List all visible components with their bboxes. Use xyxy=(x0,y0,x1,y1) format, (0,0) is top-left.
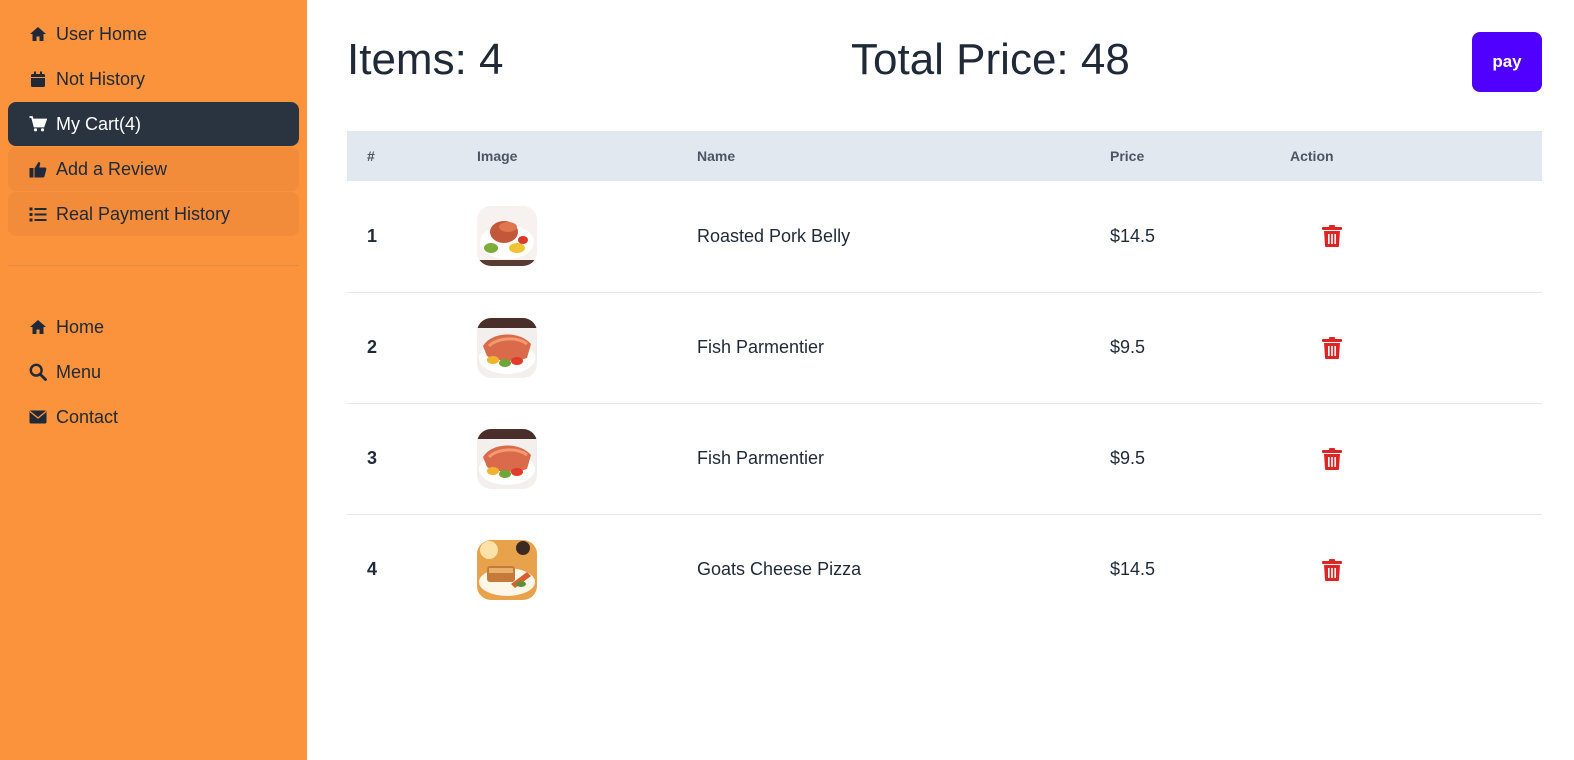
pay-button[interactable]: pay xyxy=(1472,32,1542,92)
item-price: $9.5 xyxy=(1110,448,1146,468)
table-row: 1 Roasted Pork Belly $14.5 xyxy=(347,181,1542,292)
home-icon xyxy=(28,24,48,44)
column-header-action: Action xyxy=(1290,148,1334,164)
sidebar-item-add-a-review[interactable]: Add a Review xyxy=(8,147,299,191)
item-price: $14.5 xyxy=(1110,225,1156,246)
table-row: 2 Fish Parmentier $9.5 xyxy=(347,292,1542,403)
item-price: $9.5 xyxy=(1110,337,1146,357)
sidebar-item-label: Not History xyxy=(56,68,146,89)
thumbs-up-icon xyxy=(28,159,48,179)
item-name: Roasted Pork Belly xyxy=(697,225,851,246)
trash-icon[interactable] xyxy=(1322,225,1342,248)
sidebar-item-real-payment-history[interactable]: Real Payment History xyxy=(8,192,299,236)
column-header-name: Name xyxy=(697,148,736,164)
cart-main: Items: 4 Total Price: 48 pay # Image Nam… xyxy=(347,0,1542,625)
sidebar-item-label: User Home xyxy=(56,23,148,44)
row-index: 1 xyxy=(367,225,378,246)
cart-table: # Image Name Price Action 1 Roasted Pork… xyxy=(347,131,1542,625)
sidebar-item-contact[interactable]: Contact xyxy=(8,395,299,439)
items-count: Items: 4 xyxy=(347,35,504,84)
roasted-pork-belly-thumbnail xyxy=(477,206,537,267)
sidebar-item-home[interactable]: Home xyxy=(8,305,299,349)
sidebar-item-label: My Cart(4) xyxy=(56,113,141,134)
sidebar-divider xyxy=(8,265,299,266)
column-header-price: Price xyxy=(1110,148,1145,164)
sidebar-item-menu[interactable]: Menu xyxy=(8,350,299,394)
list-icon xyxy=(28,204,48,224)
item-name: Goats Cheese Pizza xyxy=(697,559,862,580)
fish-parmentier-thumbnail xyxy=(477,317,537,378)
sidebar-item-label: Add a Review xyxy=(56,158,168,179)
trash-icon[interactable] xyxy=(1322,447,1342,470)
table-row: 4 Goats Cheese Pizza $14.5 xyxy=(347,514,1542,625)
sidebar-item-user-home[interactable]: User Home xyxy=(8,12,299,56)
home-icon xyxy=(28,317,48,337)
trash-icon[interactable] xyxy=(1322,336,1342,359)
envelope-icon xyxy=(28,407,48,427)
sidebar-item-label: Home xyxy=(56,316,105,337)
table-row: 3 Fish Parmentier $9.5 xyxy=(347,403,1542,514)
column-header-image: Image xyxy=(477,148,518,164)
item-price: $14.5 xyxy=(1110,559,1156,580)
goats-cheese-pizza-thumbnail xyxy=(477,539,537,600)
trash-icon[interactable] xyxy=(1322,558,1342,581)
fish-parmentier-thumbnail xyxy=(477,428,537,489)
sidebar-item-label: Contact xyxy=(56,406,119,427)
row-index: 3 xyxy=(367,448,378,468)
cart-icon xyxy=(28,114,48,134)
column-header-index: # xyxy=(367,148,375,164)
table-header-row: # Image Name Price Action xyxy=(347,131,1542,181)
row-index: 2 xyxy=(367,337,378,357)
sidebar-item-label: Menu xyxy=(56,361,102,382)
sidebar-item-label: Real Payment History xyxy=(56,203,231,224)
calendar-icon xyxy=(28,69,48,89)
total-price: Total Price: 48 xyxy=(851,35,1130,84)
sidebar-item-not-history[interactable]: Not History xyxy=(8,57,299,101)
sidebar: User Home Not History My Cart(4) Add a R… xyxy=(0,0,307,760)
item-name: Fish Parmentier xyxy=(697,337,825,357)
sidebar-item-my-cart[interactable]: My Cart(4) xyxy=(8,102,299,146)
item-name: Fish Parmentier xyxy=(697,448,825,468)
cart-summary: Items: 4 Total Price: 48 pay xyxy=(347,0,1542,131)
row-index: 4 xyxy=(367,559,378,580)
search-icon xyxy=(28,362,48,382)
